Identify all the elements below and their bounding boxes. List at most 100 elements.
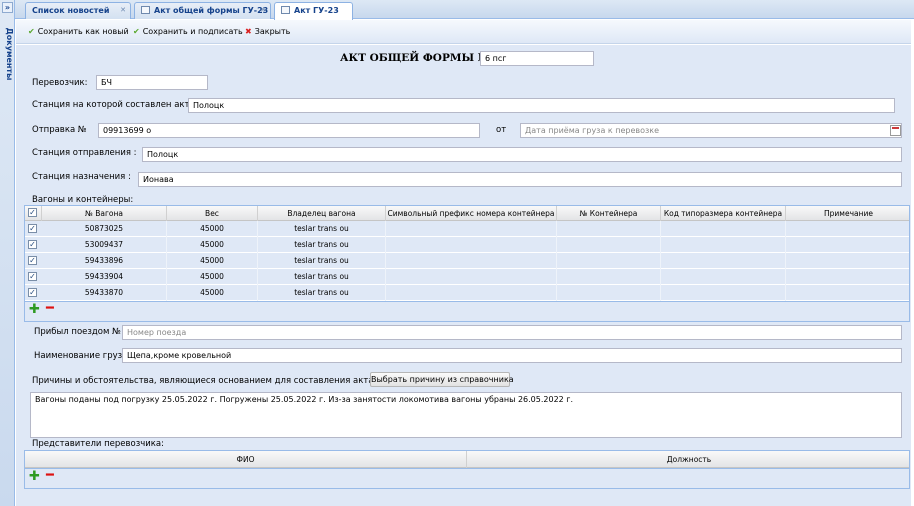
size-code-cell [661, 221, 786, 237]
col-full-name[interactable]: ФИО [25, 451, 467, 468]
select-all-column[interactable]: ✓ [25, 206, 42, 221]
act-number-input[interactable]: 6 псг [480, 51, 594, 66]
prefix-cell [386, 285, 557, 301]
container-number-cell [557, 237, 661, 253]
tab-label: Список новостей [32, 6, 110, 15]
expand-sidebar-icon[interactable]: » [2, 2, 13, 13]
shipment-number-input[interactable]: 09913699 о [98, 123, 480, 138]
owner-cell: teslar trans ou [258, 237, 386, 253]
owner-cell: teslar trans ou [258, 285, 386, 301]
wagon-number-cell: 59433896 [42, 253, 167, 269]
train-number-input[interactable]: Номер поезда [122, 325, 902, 340]
row-checkbox[interactable]: ✓ [28, 272, 37, 281]
row-checkbox[interactable]: ✓ [28, 224, 37, 233]
act-form-panel: АКТ ОБЩЕЙ ФОРМЫ № 6 псг Перевозчик: БЧ С… [16, 45, 911, 506]
wagons-grid-body: ✓ 50873025 45000 teslar trans ou ✓ 53009… [25, 221, 909, 301]
close-tab-icon[interactable]: ✕ [119, 7, 127, 15]
weight-cell: 45000 [167, 269, 258, 285]
reps-grid-header: ФИО Должность [25, 451, 909, 468]
col-wagon-owner[interactable]: Владелец вагона [258, 206, 386, 221]
remove-row-icon[interactable]: ━ [46, 468, 54, 483]
check-icon: ✔ [133, 27, 140, 36]
wagons-grid: ✓ № Вагона Вес Владелец вагона Символьны… [24, 205, 910, 322]
row-checkbox[interactable]: ✓ [28, 256, 37, 265]
weight-cell: 45000 [167, 253, 258, 269]
container-number-cell [557, 253, 661, 269]
carrier-reps-label: Представители перевозчика: [32, 439, 164, 449]
cargo-name-input[interactable]: Щепа,кроме кровельной [122, 348, 902, 363]
owner-cell: teslar trans ou [258, 269, 386, 285]
container-number-cell [557, 221, 661, 237]
choose-reason-button[interactable]: Выбрать причину из справочника [370, 372, 514, 387]
row-checkbox[interactable]: ✓ [28, 240, 37, 249]
prefix-cell [386, 269, 557, 285]
reasons-textarea[interactable]: Вагоны поданы под погрузку 25.05.2022 г.… [30, 392, 902, 438]
carrier-label: Перевозчик: [32, 78, 88, 88]
col-note[interactable]: Примечание [786, 206, 911, 221]
col-wagon-number[interactable]: № Вагона [42, 206, 167, 221]
wagons-label: Вагоны и контейнеры: [32, 195, 134, 205]
check-icon: ✔ [28, 27, 35, 36]
carrier-reps-grid: ФИО Должность ✚ ━ [24, 450, 910, 489]
col-position[interactable]: Должность [467, 451, 911, 468]
select-all-checkbox[interactable]: ✓ [28, 208, 37, 217]
prefix-cell [386, 221, 557, 237]
prefix-cell [386, 253, 557, 269]
departure-station-input[interactable]: Полоцк [142, 147, 902, 162]
container-number-cell [557, 269, 661, 285]
sidebar-label: Документы [5, 27, 14, 81]
destination-station-label: Станция назначения : [32, 172, 131, 182]
row-checkbox[interactable]: ✓ [28, 288, 37, 297]
wagon-number-cell: 59433904 [42, 269, 167, 285]
col-container-prefix[interactable]: Символьный префикс номера контейнера [386, 206, 557, 221]
weight-cell: 45000 [167, 221, 258, 237]
station-act-input[interactable]: Полоцк [188, 98, 895, 113]
form-icon [141, 6, 150, 14]
weight-cell: 45000 [167, 285, 258, 301]
container-number-cell [557, 285, 661, 301]
calendar-icon[interactable] [890, 125, 901, 136]
table-row[interactable]: ✓ 50873025 45000 teslar trans ou [25, 221, 909, 237]
destination-station-input[interactable]: Ионава [138, 172, 902, 187]
tab-news-list[interactable]: Список новостей ✕ [25, 2, 131, 19]
wagons-grid-toolbar: ✚ ━ [25, 301, 909, 321]
table-row[interactable]: ✓ 59433870 45000 teslar trans ou [25, 285, 909, 301]
size-code-cell [661, 253, 786, 269]
col-container-size-code[interactable]: Код типоразмера контейнера [661, 206, 786, 221]
departure-station-label: Станция отправления : [32, 148, 137, 158]
close-icon: ✖ [245, 27, 252, 36]
size-code-cell [661, 285, 786, 301]
reasons-label: Причины и обстоятельства, являющиеся осн… [32, 376, 380, 386]
carrier-input[interactable]: БЧ [96, 75, 208, 90]
col-weight[interactable]: Вес [167, 206, 258, 221]
arrived-train-label: Прибыл поездом №: [34, 327, 124, 337]
form-title: АКТ ОБЩЕЙ ФОРМЫ № [340, 52, 490, 64]
shipment-label: Отправка № [32, 125, 87, 135]
tab-label: Акт общей формы ГУ-23 [154, 6, 269, 15]
tab-strip: Список новостей ✕ Акт общей формы ГУ-23 … [15, 0, 914, 20]
size-code-cell [661, 237, 786, 253]
close-button[interactable]: ✖ Закрыть [245, 26, 290, 38]
save-as-new-button[interactable]: ✔ Сохранить как новый [28, 26, 129, 38]
table-row[interactable]: ✓ 59433896 45000 teslar trans ou [25, 253, 909, 269]
col-container-number[interactable]: № Контейнера [557, 206, 661, 221]
add-row-icon[interactable]: ✚ [29, 469, 40, 484]
table-row[interactable]: ✓ 59433904 45000 teslar trans ou [25, 269, 909, 285]
remove-row-icon[interactable]: ━ [46, 301, 54, 316]
wagon-number-cell: 53009437 [42, 237, 167, 253]
wagon-number-cell: 59433870 [42, 285, 167, 301]
save-and-sign-button[interactable]: ✔ Сохранить и подписать [133, 26, 243, 38]
acceptance-date-input[interactable]: Дата приёма груза к перевозке [520, 123, 902, 138]
close-tab-icon[interactable]: ✕ [259, 7, 267, 15]
tab-label: Акт ГУ-23 [294, 6, 339, 15]
tab-act-gu23[interactable]: Акт ГУ-23 [274, 2, 353, 20]
wagon-number-cell: 50873025 [42, 221, 167, 237]
collapsed-documents-sidebar[interactable]: » Документы [0, 0, 15, 506]
table-row[interactable]: ✓ 53009437 45000 teslar trans ou [25, 237, 909, 253]
owner-cell: teslar trans ou [258, 253, 386, 269]
size-code-cell [661, 269, 786, 285]
from-label: от [496, 125, 507, 135]
add-row-icon[interactable]: ✚ [29, 302, 40, 317]
prefix-cell [386, 237, 557, 253]
tab-act-general-form[interactable]: Акт общей формы ГУ-23 ✕ [134, 2, 271, 19]
